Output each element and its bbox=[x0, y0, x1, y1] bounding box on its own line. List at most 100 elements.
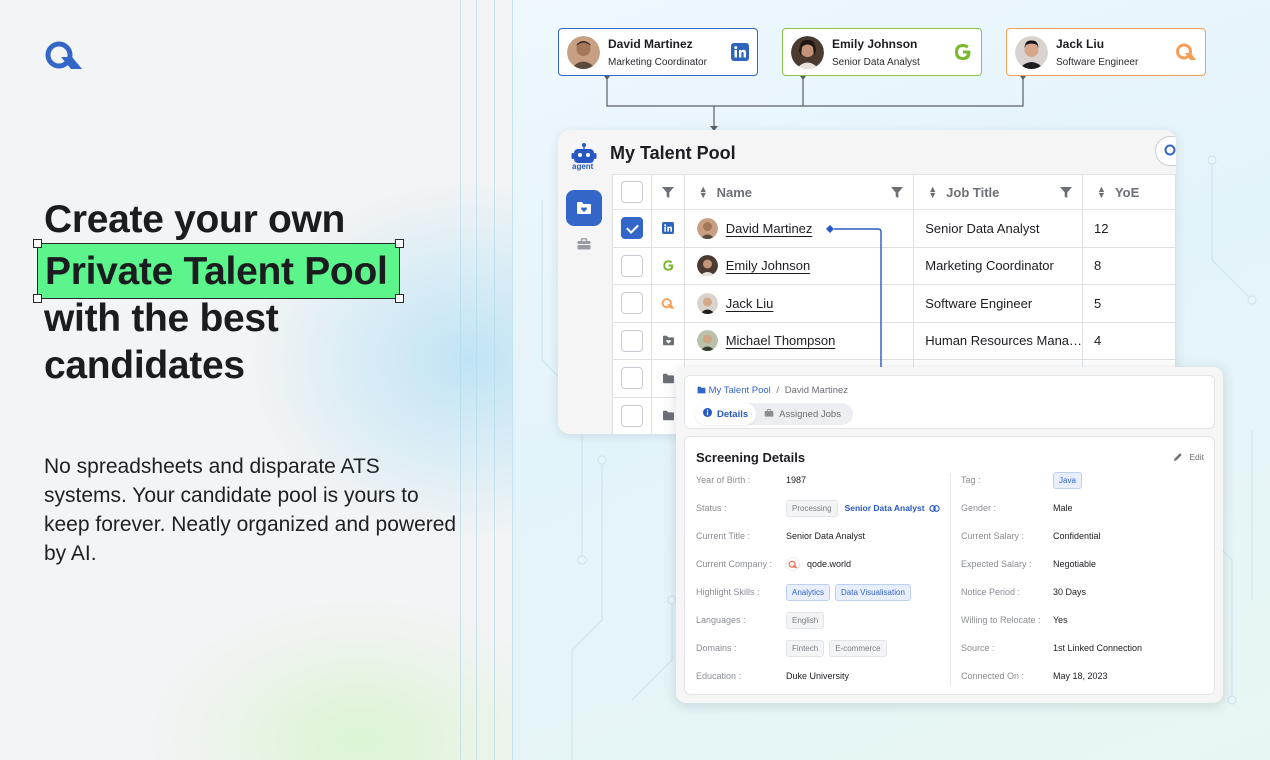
field-label: Domains : bbox=[696, 643, 737, 653]
sort-icon[interactable]: ▲ ▼ bbox=[928, 185, 937, 200]
divider-line bbox=[476, 0, 477, 760]
field-label: Current Title : bbox=[696, 531, 751, 541]
column-header-job-title[interactable]: ▲ ▼ Job Title bbox=[913, 174, 1084, 210]
folder-heart-icon bbox=[697, 386, 706, 394]
breadcrumb: My Talent Pool / David Martinez bbox=[697, 385, 848, 396]
candidate-name-link[interactable]: David Martinez bbox=[726, 221, 813, 236]
field-highlight-skills: Highlight Skills : Analytics Data Visualis… bbox=[696, 583, 916, 601]
hero-subtext: No spreadsheets and disparate ATS system… bbox=[44, 455, 457, 565]
resize-handle bbox=[33, 294, 42, 303]
column-label: YoE bbox=[1114, 184, 1140, 200]
domain-chip: Fintech bbox=[786, 639, 825, 657]
sidebar-item-talent-pool[interactable] bbox=[566, 190, 602, 226]
headline-highlight-text: Private Talent Pool bbox=[45, 250, 388, 293]
folder-heart-icon bbox=[577, 202, 591, 214]
g-icon bbox=[662, 260, 673, 271]
headline-line: Create your own bbox=[44, 198, 346, 241]
info-icon bbox=[703, 408, 712, 420]
field-status: Status : Processing Senior Data Analyst bbox=[696, 499, 940, 517]
row-checkbox[interactable] bbox=[621, 404, 644, 427]
profile-card[interactable]: Jack Liu Software Engineer bbox=[1006, 28, 1206, 76]
tab-assigned-jobs[interactable]: Assigned Jobs bbox=[756, 403, 849, 425]
avatar bbox=[696, 255, 718, 277]
search-button[interactable] bbox=[1155, 136, 1176, 166]
field-label: Current Company : bbox=[696, 559, 773, 569]
candidate-name-link[interactable]: Michael Thompson bbox=[726, 333, 836, 348]
column-header-yoe[interactable]: ▲ ▼ YoE bbox=[1082, 174, 1176, 210]
job-title-cell: Human Resources Mana… bbox=[913, 321, 1084, 360]
avatar bbox=[696, 330, 718, 352]
tab-details[interactable]: Details bbox=[695, 403, 757, 425]
field-label: Status : bbox=[696, 503, 727, 513]
field-value: 30 Days bbox=[1053, 587, 1087, 597]
briefcase-icon[interactable] bbox=[577, 238, 591, 250]
filter-icon[interactable] bbox=[662, 186, 675, 198]
sort-icon[interactable]: ▲ ▼ bbox=[699, 185, 708, 200]
g-icon bbox=[955, 44, 971, 60]
table-header-row: ▲ ▼ Name ▲ ▼ Job Title ▲ ▼ YoE bbox=[611, 174, 1176, 210]
edit-button[interactable]: Edit bbox=[1173, 452, 1204, 462]
avatar bbox=[696, 292, 718, 314]
sort-icon[interactable]: ▲ ▼ bbox=[1097, 185, 1106, 200]
language-chip: English bbox=[786, 611, 825, 629]
profile-name: Emily Johnson bbox=[832, 36, 918, 51]
row-checkbox[interactable] bbox=[621, 329, 644, 352]
detail-header: My Talent Pool / David Martinez Details … bbox=[684, 375, 1215, 429]
folder-icon bbox=[662, 411, 674, 421]
column-header-name[interactable]: ▲ ▼ Name bbox=[683, 174, 915, 210]
row-checkbox[interactable] bbox=[621, 367, 644, 390]
profile-card[interactable]: Emily Johnson Senior Data Analyst bbox=[782, 28, 982, 76]
yoe-cell: 5 bbox=[1082, 284, 1176, 323]
filter-icon[interactable] bbox=[1060, 186, 1073, 198]
link-icon[interactable] bbox=[928, 504, 940, 512]
folder-icon bbox=[662, 336, 674, 346]
filter-icon[interactable] bbox=[891, 186, 904, 198]
profile-card[interactable]: David Martinez Marketing Coordinator bbox=[558, 28, 758, 76]
row-checkbox[interactable] bbox=[621, 254, 644, 277]
field-label: Tag : bbox=[961, 475, 981, 485]
select-all-checkbox[interactable] bbox=[621, 181, 644, 203]
profile-name: David Martinez bbox=[608, 36, 693, 51]
resize-handle bbox=[394, 294, 404, 303]
job-title-cell: Marketing Coordinator bbox=[913, 246, 1084, 285]
candidate-name-link[interactable]: Jack Liu bbox=[726, 296, 774, 311]
field-value: 1987 bbox=[786, 475, 807, 485]
row-checkbox[interactable] bbox=[621, 292, 644, 315]
breadcrumb-separator: / bbox=[776, 385, 780, 396]
qode-logo-icon bbox=[45, 41, 82, 69]
headline: Create your own Private Talent Pool with… bbox=[33, 196, 404, 389]
agent-label: agent bbox=[572, 162, 594, 171]
field-value: 1st Linked Connection bbox=[1053, 643, 1143, 653]
field-year-of-birth: Year of Birth : 1987 bbox=[696, 471, 806, 489]
tab-label: Details bbox=[717, 408, 749, 420]
headline-highlight: Private Talent Pool bbox=[33, 239, 404, 303]
job-title-cell: Software Engineer bbox=[913, 284, 1084, 323]
candidate-name-link[interactable]: Emily Johnson bbox=[726, 258, 811, 273]
qode-icon bbox=[1176, 43, 1196, 60]
skill-chip: Data Visualisation bbox=[835, 583, 911, 601]
profile-role: Senior Data Analyst bbox=[832, 56, 920, 68]
field-tag: Tag : Java bbox=[961, 471, 1087, 489]
job-link[interactable]: Senior Data Analyst bbox=[845, 503, 925, 513]
column-label: Name bbox=[716, 184, 753, 200]
tab-label: Assigned Jobs bbox=[779, 408, 841, 420]
field-source: Source : 1st Linked Connection bbox=[961, 639, 1142, 657]
resize-handle bbox=[33, 239, 42, 248]
yoe-cell: 4 bbox=[1082, 321, 1176, 360]
row-checkbox[interactable] bbox=[621, 217, 644, 240]
field-value: Yes bbox=[1053, 615, 1068, 625]
source-filter-cell bbox=[651, 174, 685, 210]
folder-icon bbox=[662, 373, 674, 383]
field-label: Source : bbox=[961, 643, 995, 653]
field-willing-to-relocate: Willing to Relocate : Yes bbox=[961, 611, 1068, 629]
page-title: My Talent Pool bbox=[610, 143, 736, 163]
domain-chip: E-commerce bbox=[829, 639, 887, 657]
select-all-cell bbox=[611, 174, 653, 210]
field-label: Willing to Relocate : bbox=[961, 615, 1041, 625]
resize-handle bbox=[394, 239, 404, 248]
breadcrumb-root-link[interactable]: My Talent Pool bbox=[709, 385, 771, 396]
tag-chip: Java bbox=[1053, 471, 1082, 489]
field-value: Male bbox=[1053, 503, 1073, 513]
field-current-title: Current Title : Senior Data Analyst bbox=[696, 527, 865, 545]
field-value: May 18, 2023 bbox=[1053, 671, 1108, 681]
